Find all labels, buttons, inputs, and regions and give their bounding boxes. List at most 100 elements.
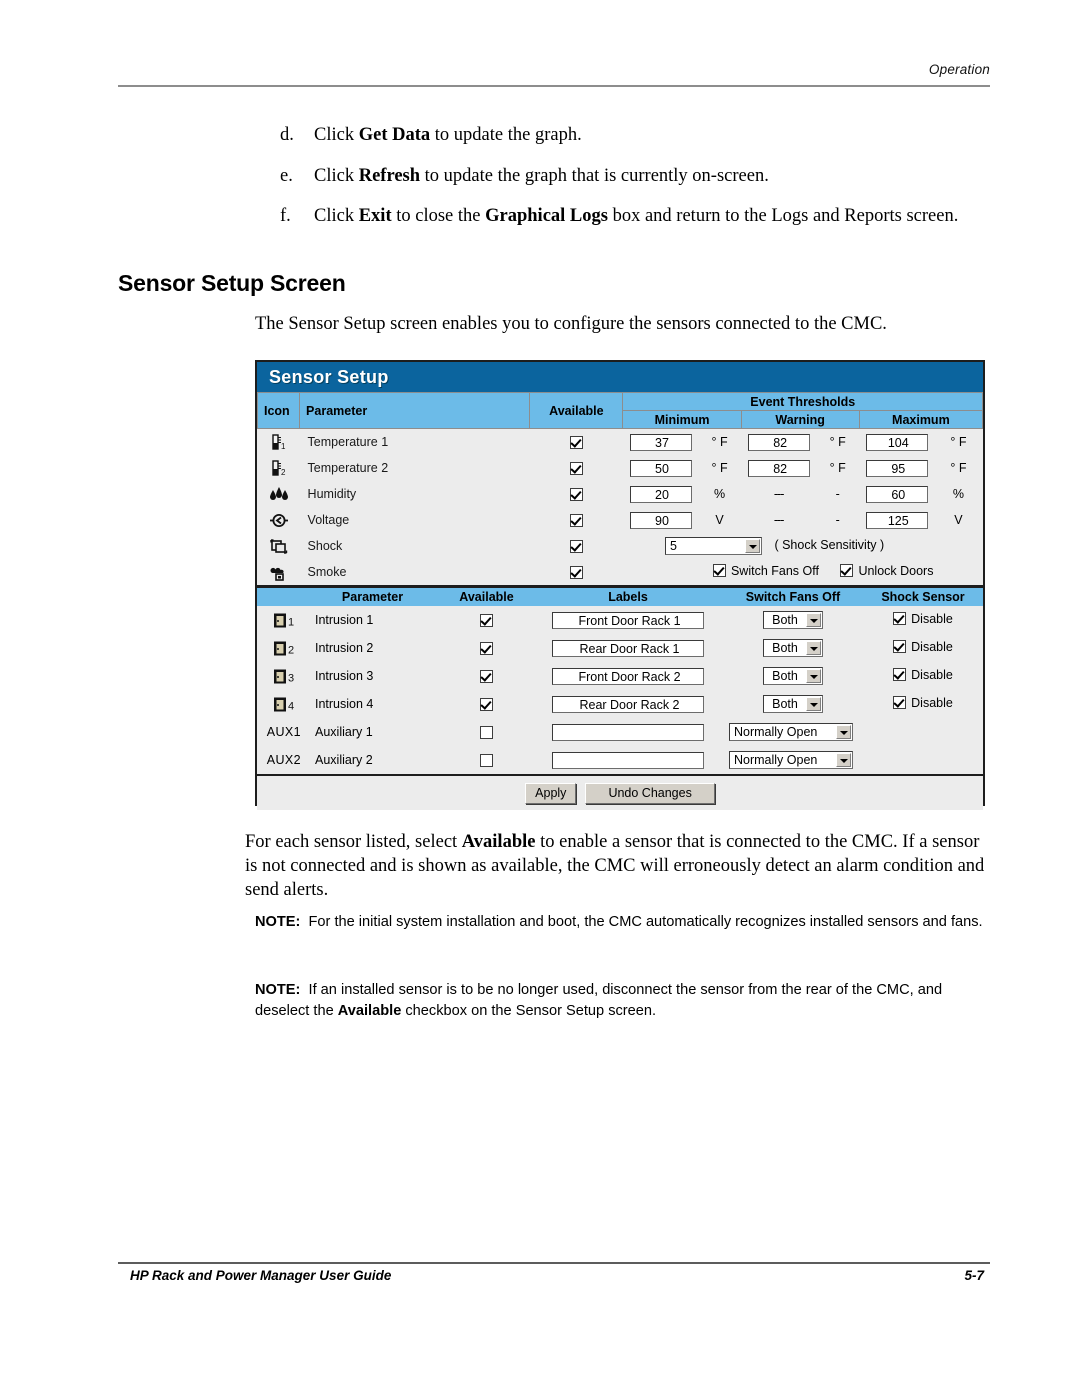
minimum-value[interactable]: 20 xyxy=(629,485,692,503)
maximum-value[interactable]: 60 xyxy=(865,485,928,503)
available-checkbox[interactable] xyxy=(440,718,533,746)
maximum-value[interactable]: 125 xyxy=(865,511,928,529)
step-text: Click Exit to close the Graphical Logs b… xyxy=(314,206,959,227)
shock-disable-checkbox[interactable] xyxy=(893,668,907,682)
shock-disable-option[interactable]: Disable xyxy=(893,696,953,710)
intrusion-table: Parameter Available Labels Switch Fans O… xyxy=(257,588,983,774)
chevron-down-icon[interactable] xyxy=(836,753,851,767)
fans-select-cell: Normally Open xyxy=(723,718,983,746)
voltage-icon xyxy=(257,507,300,533)
switch-fans-off-select[interactable]: Both xyxy=(763,611,823,629)
available-checkbox[interactable] xyxy=(529,481,623,507)
apply-button[interactable]: Apply xyxy=(525,782,577,804)
smoke-icon xyxy=(257,559,300,585)
shock-disable-option[interactable]: Disable xyxy=(893,640,953,654)
label-input[interactable] xyxy=(533,746,723,774)
switch-fans-off-select[interactable]: Both xyxy=(763,695,823,713)
maximum-input[interactable]: 104 xyxy=(859,428,935,455)
note-2: NOTE: If an installed sensor is to be no… xyxy=(255,982,943,1019)
undo-changes-button[interactable]: Undo Changes xyxy=(585,782,715,804)
door-icon: 4 xyxy=(257,690,305,718)
shock-disable-option[interactable]: Disable xyxy=(893,612,953,626)
unlock-doors-option[interactable]: Unlock Doors xyxy=(840,564,933,578)
available-checkbox[interactable] xyxy=(440,746,533,774)
document-page: Operation d. Click Get Data to update th… xyxy=(0,0,1080,1397)
switch-fans-off-select[interactable]: Both xyxy=(763,639,823,657)
step-text: Click Get Data to update the graph. xyxy=(314,125,582,145)
switch-fans-off-option[interactable]: Switch Fans Off xyxy=(712,564,819,578)
chevron-down-icon[interactable] xyxy=(806,613,821,627)
maximum-input[interactable]: 60 xyxy=(859,481,935,507)
minimum-input[interactable]: 20 xyxy=(622,481,699,507)
chevron-down-icon[interactable] xyxy=(836,725,851,739)
table-row: 3 Intrusion 3 Front Door Rack 2 Both Dis… xyxy=(257,662,983,690)
minimum-input[interactable]: 37 xyxy=(622,428,699,455)
minimum-input[interactable]: 50 xyxy=(622,455,699,481)
label-value[interactable]: Front Door Rack 1 xyxy=(552,611,704,629)
warning-value[interactable]: 82 xyxy=(747,459,810,477)
label-value[interactable]: Rear Door Rack 2 xyxy=(552,695,704,713)
switch-fans-off-checkbox[interactable] xyxy=(712,564,726,578)
label-value[interactable]: Rear Door Rack 1 xyxy=(552,639,704,657)
available-checkbox[interactable] xyxy=(440,634,533,662)
available-checkbox[interactable] xyxy=(440,662,533,690)
shock-sensitivity-select[interactable]: 5 xyxy=(664,537,762,555)
maximum-value[interactable]: 95 xyxy=(865,459,928,477)
switch-fans-off-select[interactable]: Both xyxy=(763,667,823,685)
minimum-value[interactable]: 90 xyxy=(629,511,692,529)
maximum-input[interactable]: 95 xyxy=(859,455,935,481)
col-header-switch-fans-off: Switch Fans Off xyxy=(723,588,863,606)
label-input[interactable]: Rear Door Rack 2 xyxy=(533,690,723,718)
shock-disable-checkbox[interactable] xyxy=(893,696,907,710)
shock-disable-option[interactable]: Disable xyxy=(893,668,953,682)
minimum-value[interactable]: 50 xyxy=(629,459,692,477)
label-value[interactable]: Front Door Rack 2 xyxy=(552,667,704,685)
col-header-icon: Icon xyxy=(256,392,301,429)
warning-value[interactable]: 82 xyxy=(747,433,810,451)
chevron-down-icon[interactable] xyxy=(806,669,821,683)
label-value[interactable] xyxy=(552,723,704,741)
minimum-value[interactable]: 37 xyxy=(629,433,692,451)
step-marker: f. xyxy=(280,206,291,227)
warning-unit: ° F xyxy=(829,461,846,476)
available-checkbox[interactable] xyxy=(529,533,623,559)
label-value[interactable] xyxy=(552,751,704,769)
unlock-doors-checkbox[interactable] xyxy=(840,564,854,578)
chevron-down-icon[interactable] xyxy=(806,641,821,655)
available-checkbox[interactable] xyxy=(529,428,623,455)
shock-disable-checkbox[interactable] xyxy=(893,640,907,654)
minimum-input[interactable]: 90 xyxy=(622,507,699,533)
label-input[interactable]: Rear Door Rack 1 xyxy=(533,634,723,662)
chevron-down-icon[interactable] xyxy=(806,697,821,711)
col-header-parameter: Parameter xyxy=(299,392,531,429)
col-header-parameter2: Parameter xyxy=(305,588,440,606)
switch-fans-off-select[interactable]: Normally Open xyxy=(729,751,853,769)
label-input[interactable]: Front Door Rack 1 xyxy=(533,606,723,634)
warning-input[interactable]: 82 xyxy=(741,455,817,481)
thermometer-icon: 2 xyxy=(257,455,300,481)
available-checkbox[interactable] xyxy=(529,559,623,585)
warning-unit: - xyxy=(835,513,840,528)
unlock-doors-label: Unlock Doors xyxy=(858,563,934,578)
parameter-name: Voltage xyxy=(299,507,530,533)
maximum-value[interactable]: 104 xyxy=(865,433,928,451)
parameter-name: Humidity xyxy=(299,481,530,507)
warning-input[interactable]: 82 xyxy=(741,428,817,455)
available-checkbox[interactable] xyxy=(529,455,623,481)
available-checkbox[interactable] xyxy=(440,690,533,718)
switch-fans-off-select[interactable]: Normally Open xyxy=(729,723,853,741)
label-input[interactable] xyxy=(533,718,723,746)
available-checkbox[interactable] xyxy=(529,507,623,533)
fans-select-cell: Both xyxy=(723,690,863,718)
shock-disable-cell: Disable xyxy=(863,662,983,690)
table-row: Smoke Switch Fans Off Unlock Doors xyxy=(257,559,983,585)
available-checkbox[interactable] xyxy=(440,606,533,634)
aux-label: AUX1 xyxy=(266,725,301,739)
intro-paragraph: The Sensor Setup screen enables you to c… xyxy=(255,314,887,334)
shock-disable-checkbox[interactable] xyxy=(893,612,907,626)
fans-select-cell: Both xyxy=(723,634,863,662)
chevron-down-icon[interactable] xyxy=(744,539,760,553)
label-input[interactable]: Front Door Rack 2 xyxy=(533,662,723,690)
shock-sensitivity-caption: ( Shock Sensitivity ) xyxy=(774,538,885,553)
maximum-input[interactable]: 125 xyxy=(859,507,935,533)
